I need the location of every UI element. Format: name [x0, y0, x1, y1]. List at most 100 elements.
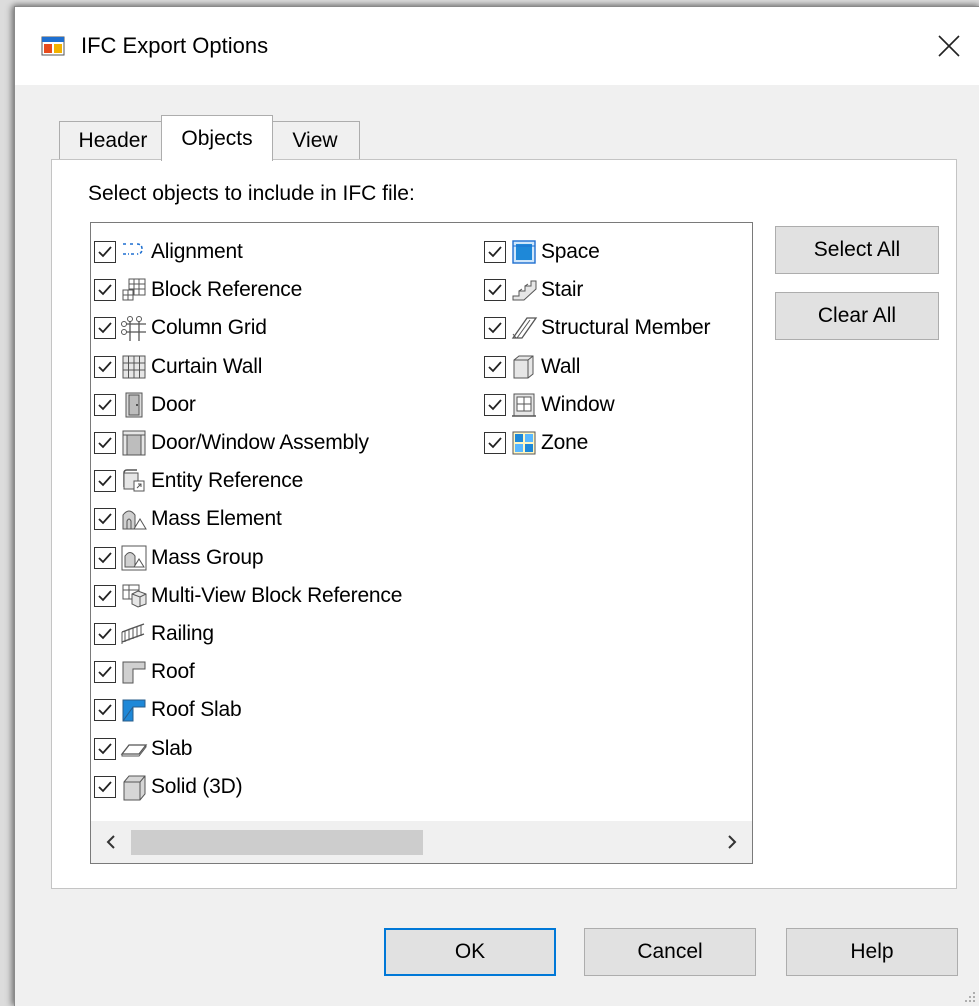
tab-objects[interactable]: Objects: [161, 115, 273, 161]
object-list-item[interactable]: Multi-View Block Reference: [94, 577, 402, 615]
checkmark-icon: [98, 590, 112, 602]
solid-3d-icon: [123, 775, 146, 801]
chevron-left-icon: [106, 835, 115, 849]
object-list-item[interactable]: Entity Reference: [94, 462, 402, 500]
scroll-right-button[interactable]: [714, 821, 750, 863]
object-label: Column Grid: [151, 316, 267, 340]
object-checkbox[interactable]: [94, 279, 116, 302]
object-checklist[interactable]: Alignment Block Reference Column Grid Curta…: [90, 222, 753, 864]
object-list-item[interactable]: Mass Element: [94, 500, 402, 538]
horizontal-scrollbar[interactable]: [91, 821, 752, 863]
object-label: Railing: [151, 621, 214, 645]
object-label: Mass Element: [151, 507, 282, 531]
mass-element-icon: [122, 510, 147, 530]
entity-reference-icon: [123, 469, 145, 492]
object-checkbox[interactable]: [484, 393, 506, 416]
object-label: Zone: [541, 431, 589, 455]
object-checkbox[interactable]: [484, 317, 506, 340]
object-checkbox[interactable]: [94, 775, 116, 798]
object-list-item[interactable]: Roof: [94, 653, 402, 691]
tab-header[interactable]: Header: [59, 121, 167, 160]
block-reference-icon: [122, 278, 146, 301]
resize-grip-icon[interactable]: [964, 990, 976, 1002]
checkmark-icon: [98, 781, 112, 793]
checkmark-icon: [98, 551, 112, 563]
object-checkbox[interactable]: [94, 317, 116, 340]
object-checkbox[interactable]: [94, 622, 116, 645]
object-list-item[interactable]: Mass Group: [94, 539, 402, 577]
object-list-item[interactable]: Column Grid: [94, 309, 402, 347]
cancel-button[interactable]: Cancel: [584, 928, 756, 976]
space-icon: [512, 240, 536, 264]
object-checkbox[interactable]: [484, 241, 506, 264]
object-list-item[interactable]: Alignment: [94, 233, 402, 271]
scroll-thumb[interactable]: [131, 830, 423, 855]
window-title: IFC Export Options: [81, 33, 269, 58]
curtain-wall-icon: [122, 355, 146, 379]
select-all-button[interactable]: Select All: [775, 226, 939, 274]
checkmark-icon: [98, 475, 112, 487]
checkmark-icon: [98, 742, 112, 754]
close-button[interactable]: [918, 7, 979, 85]
object-list-item[interactable]: Structural Member: [484, 309, 711, 347]
object-list-item[interactable]: Solid (3D): [94, 768, 402, 806]
object-list-item[interactable]: Roof Slab: [94, 691, 402, 729]
object-label: Curtain Wall: [151, 354, 263, 378]
ifc-export-dialog: IFC Export Options Header Objects View S…: [14, 6, 979, 1006]
object-checkbox[interactable]: [94, 546, 116, 569]
object-label: Roof Slab: [151, 698, 242, 722]
object-list-item[interactable]: Block Reference: [94, 271, 402, 309]
checkmark-icon: [98, 513, 112, 525]
object-list-item[interactable]: Stair: [484, 271, 710, 309]
object-label: Block Reference: [151, 278, 303, 302]
stair-icon: [512, 280, 537, 301]
object-label: Door: [151, 392, 196, 416]
object-label: Space: [541, 240, 600, 264]
object-checkbox[interactable]: [94, 355, 116, 378]
ok-button[interactable]: OK: [384, 928, 556, 976]
wall-icon: [513, 355, 534, 379]
object-list-item[interactable]: Door: [94, 386, 402, 424]
object-list-item[interactable]: Curtain Wall: [94, 348, 402, 386]
object-list-item[interactable]: Door/Window Assembly: [94, 424, 402, 462]
object-checkbox[interactable]: [484, 355, 506, 378]
object-list-item[interactable]: Space: [484, 233, 710, 271]
object-list-column-1: Alignment Block Reference Column Grid Curta…: [94, 233, 402, 806]
object-list-item[interactable]: Wall: [484, 348, 710, 386]
tab-view[interactable]: View: [270, 121, 360, 160]
app-icon: [41, 36, 65, 56]
object-label: Door/Window Assembly: [151, 431, 369, 455]
checkmark-icon: [98, 437, 112, 449]
chevron-right-icon: [728, 835, 737, 849]
checkmark-icon: [98, 322, 112, 334]
object-list-item[interactable]: Zone: [484, 424, 710, 462]
object-checkbox[interactable]: [94, 393, 116, 416]
object-checkbox[interactable]: [94, 737, 116, 760]
help-button[interactable]: Help: [786, 928, 958, 976]
object-checkbox[interactable]: [94, 699, 116, 722]
instruction-label: Select objects to include in IFC file:: [88, 182, 415, 205]
slab-icon: [120, 743, 148, 757]
object-list-item[interactable]: Slab: [94, 729, 402, 767]
object-checkbox[interactable]: [94, 584, 116, 607]
object-checkbox[interactable]: [94, 508, 116, 531]
object-checkbox[interactable]: [94, 241, 116, 264]
object-checkbox[interactable]: [484, 432, 506, 455]
object-list-item[interactable]: Window: [484, 386, 710, 424]
scroll-left-button[interactable]: [93, 821, 129, 863]
checkmark-icon: [98, 628, 112, 640]
checkmark-icon: [98, 284, 112, 296]
object-checkbox[interactable]: [94, 470, 116, 493]
clear-all-button[interactable]: Clear All: [775, 292, 939, 340]
zone-icon: [512, 431, 536, 455]
mass-group-icon: [121, 545, 147, 571]
window-icon: [512, 393, 536, 417]
object-label: Structural Member: [541, 316, 711, 340]
checkmark-icon: [98, 666, 112, 678]
object-checkbox[interactable]: [94, 661, 116, 684]
object-label: Solid (3D): [151, 774, 243, 798]
object-checkbox[interactable]: [94, 432, 116, 455]
roof-slab-icon: [122, 699, 146, 722]
object-list-item[interactable]: Railing: [94, 615, 402, 653]
object-checkbox[interactable]: [484, 279, 506, 302]
